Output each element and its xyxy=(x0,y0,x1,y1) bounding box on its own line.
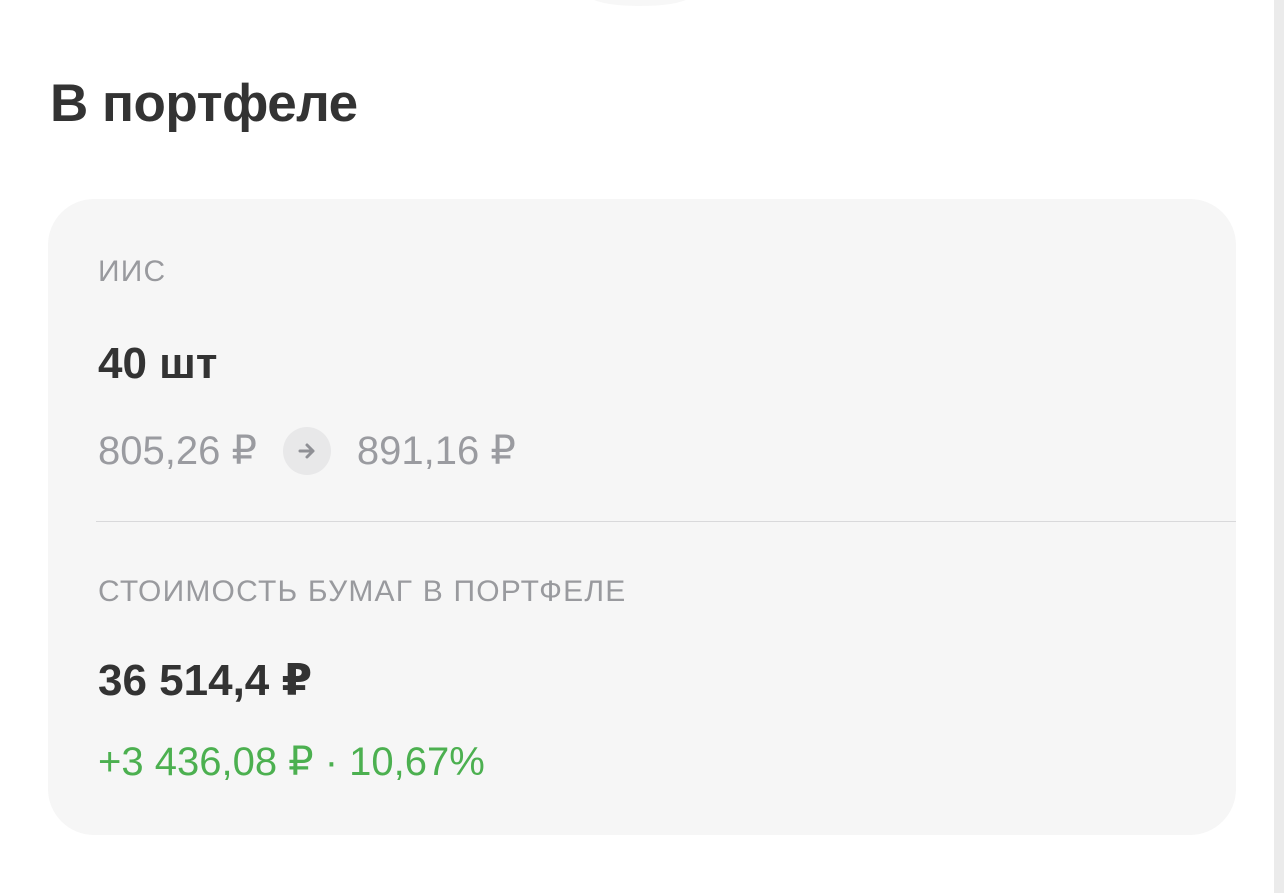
average-price: 805,26 ₽ xyxy=(98,429,257,473)
scroll-edge xyxy=(1274,0,1284,893)
section-title: В портфеле xyxy=(50,74,358,133)
divider xyxy=(96,521,1236,522)
portfolio-card: ИИС 40 шт 805,26 ₽ 891,16 ₽ СТОИМОСТЬ БУ… xyxy=(48,199,1236,835)
portfolio-profit: +3 436,08 ₽ · 10,67% xyxy=(98,740,485,784)
current-price: 891,16 ₽ xyxy=(356,429,516,473)
sheet-handle[interactable] xyxy=(590,0,690,6)
account-label: ИИС xyxy=(98,255,167,288)
price-row: 805,26 ₽ 891,16 ₽ xyxy=(98,427,516,475)
arrow-right-icon xyxy=(282,427,331,475)
quantity-value: 40 шт xyxy=(98,339,218,388)
portfolio-value-label: СТОИМОСТЬ БУМАГ В ПОРТФЕЛЕ xyxy=(98,575,627,608)
portfolio-screen: В портфеле ИИС 40 шт 805,26 ₽ 891,16 ₽ С… xyxy=(0,0,1284,893)
portfolio-total-value: 36 514,4 ₽ xyxy=(98,656,313,705)
